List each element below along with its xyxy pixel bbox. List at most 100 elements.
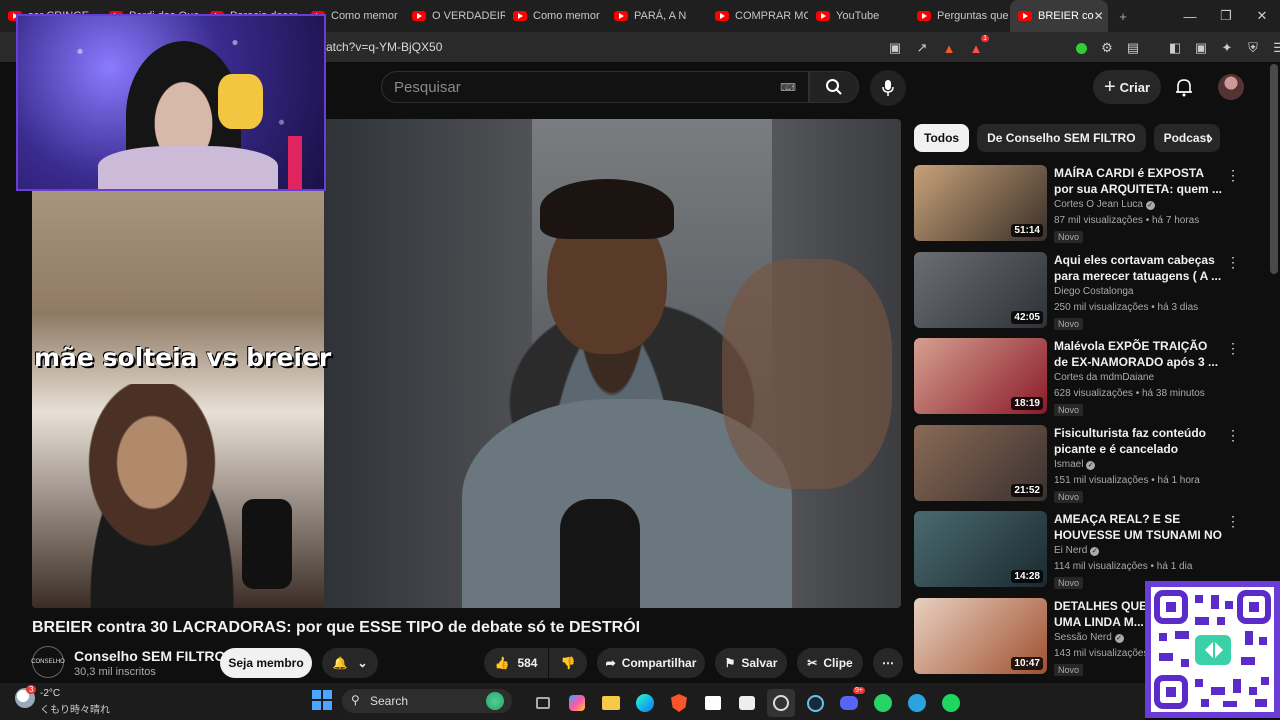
recommendation-thumbnail[interactable]: 21:52: [914, 425, 1047, 501]
clip-button[interactable]: ✂ Clipe: [797, 648, 863, 678]
subscribed-notification-button[interactable]: 🔔 ⌄: [322, 648, 378, 678]
recommendation-channel[interactable]: Ismael ✓: [1054, 459, 1096, 470]
menu-icon[interactable]: ☰: [1270, 39, 1280, 57]
weather-temperature[interactable]: -2°C: [40, 688, 60, 699]
weather-description[interactable]: くもり時々晴れ: [40, 701, 110, 716]
voice-search-button[interactable]: [870, 70, 906, 106]
more-options-icon[interactable]: ⋮: [1226, 340, 1240, 357]
browser-tab[interactable]: YouTube: [808, 0, 909, 32]
recommendation-channel[interactable]: Ei Nerd ✓: [1054, 545, 1100, 556]
account-avatar[interactable]: [1218, 74, 1244, 100]
thumbs-down-icon: 👎: [560, 656, 576, 670]
recommendation-channel-name: Sessão Nerd: [1054, 632, 1112, 643]
browser-tab[interactable]: COMPRAR MC: [707, 0, 808, 32]
close-window-icon[interactable]: ✕: [1244, 8, 1280, 24]
video-duration: 51:14: [1011, 224, 1043, 237]
browser-tab[interactable]: Como memor: [505, 0, 606, 32]
recommendation-title[interactable]: Aqui eles cortavam cabeças para merecer …: [1054, 252, 1222, 284]
cast-icon[interactable]: ▣: [886, 39, 904, 57]
notifications-icon[interactable]: [1175, 77, 1193, 102]
share-button[interactable]: ➦ Compartilhar: [597, 648, 705, 678]
search-button[interactable]: [809, 71, 859, 103]
chip-channel[interactable]: De Conselho SEM FILTRO: [977, 124, 1146, 152]
more-options-icon[interactable]: ⋮: [1226, 254, 1240, 271]
dislike-button[interactable]: 👎: [549, 648, 587, 678]
chips-next-icon[interactable]: ›: [1207, 128, 1213, 149]
recommendation-item[interactable]: 21:52 Fisiculturista faz conteúdo picante…: [914, 425, 1240, 505]
recommendation-title[interactable]: MAÍRA CARDI é EXPOSTA por sua ARQUITETA:…: [1054, 165, 1222, 197]
more-actions-button[interactable]: ⋯: [873, 648, 903, 678]
minimize-icon[interactable]: —: [1172, 9, 1208, 24]
browser-tab[interactable]: BREIER co ✕: [1010, 0, 1108, 32]
spotify-icon[interactable]: [937, 689, 965, 717]
vpn-status-icon[interactable]: [1072, 39, 1090, 57]
streamer-webcam-overlay: [16, 14, 326, 191]
video-player[interactable]: mãe solteia vs breier: [32, 119, 901, 608]
vpn-icon[interactable]: ⛨: [1244, 39, 1262, 57]
steam-icon[interactable]: [801, 689, 829, 717]
recommendation-channel[interactable]: Diego Costalonga: [1054, 286, 1134, 297]
recommendation-item[interactable]: 42:05 Aqui eles cortavam cabeças para mer…: [914, 252, 1240, 332]
store-icon[interactable]: [699, 689, 727, 717]
recommendation-title[interactable]: Malévola EXPÕE TRAIÇÃO de EX-NAMORADO ap…: [1054, 338, 1222, 370]
obs-icon[interactable]: [767, 689, 795, 717]
video-duration: 14:28: [1011, 570, 1043, 583]
sidebar-icon[interactable]: ◧: [1166, 39, 1184, 57]
close-tab-icon[interactable]: ✕: [1094, 9, 1104, 23]
create-button[interactable]: + Criar: [1093, 70, 1161, 104]
restore-icon[interactable]: ❐: [1208, 8, 1244, 24]
new-tab-button[interactable]: +: [1108, 9, 1138, 24]
browser-tab[interactable]: PARÁ, A N: [606, 0, 707, 32]
channel-avatar[interactable]: CONSELHO: [31, 646, 65, 678]
recommendation-thumbnail[interactable]: 42:05: [914, 252, 1047, 328]
like-button[interactable]: 👍 584: [484, 648, 548, 678]
capture-icon[interactable]: [733, 689, 761, 717]
share-icon[interactable]: ↗: [913, 39, 931, 57]
chevron-down-icon: ⌄: [357, 656, 368, 670]
youtube-favicon-icon: [715, 11, 729, 21]
recommendation-channel[interactable]: Sessão Nerd ✓: [1054, 632, 1124, 643]
browser-tab[interactable]: Perguntas que: [909, 0, 1010, 32]
more-options-icon[interactable]: ⋮: [1226, 513, 1240, 530]
brave-rewards-icon[interactable]: ▲ 1: [967, 35, 989, 57]
recommendation-title[interactable]: AMEAÇA REAL? E SE HOUVESSE UM TSUNAMI NO…: [1054, 511, 1222, 543]
wallet-icon[interactable]: ▣: [1192, 39, 1210, 57]
recommendation-item[interactable]: 14:28 AMEAÇA REAL? E SE HOUVESSE UM TSUNA…: [914, 511, 1240, 591]
url-field[interactable]: atch?v=q-YM-BjQX50: [326, 36, 866, 58]
file-explorer-icon[interactable]: [597, 689, 625, 717]
join-membership-button[interactable]: Seja membro: [220, 648, 312, 678]
browser-tab[interactable]: O VERDADEIR: [404, 0, 505, 32]
taskbar-search[interactable]: ⚲ Search: [342, 689, 512, 713]
recommendation-channel[interactable]: Cortes O Jean Luca ✓: [1054, 199, 1155, 210]
recommendation-thumbnail[interactable]: 10:47: [914, 598, 1047, 674]
brave-icon[interactable]: [665, 689, 693, 717]
task-view-icon[interactable]: [529, 689, 557, 717]
edge-icon[interactable]: [631, 689, 659, 717]
recommendation-thumbnail[interactable]: 14:28: [914, 511, 1047, 587]
more-options-icon[interactable]: ⋮: [1226, 167, 1240, 184]
channel-name[interactable]: Conselho SEM FILTRO: [74, 648, 225, 664]
more-options-icon[interactable]: ⋮: [1226, 427, 1240, 444]
recommendation-thumbnail[interactable]: 51:14: [914, 165, 1047, 241]
search-input[interactable]: Pesquisar ⌨: [381, 71, 809, 103]
tab-manager-icon[interactable]: ▤: [1124, 39, 1142, 57]
recommendation-title[interactable]: Fisiculturista faz conteúdo picante e é …: [1054, 425, 1222, 457]
page-scrollbar[interactable]: [1270, 64, 1278, 274]
brave-shield-icon[interactable]: ▲: [940, 39, 958, 57]
extensions-icon[interactable]: ⚙: [1098, 39, 1116, 57]
chip-all[interactable]: Todos: [914, 124, 970, 152]
recommendation-item[interactable]: 18:19 Malévola EXPÕE TRAIÇÃO de EX-NAMORA…: [914, 338, 1240, 418]
recommendation-channel[interactable]: Cortes da mdmDaiane: [1054, 372, 1154, 383]
windows-start-icon[interactable]: [312, 690, 332, 710]
discord-icon[interactable]: 9+: [835, 687, 865, 717]
recommendation-thumbnail[interactable]: 18:19: [914, 338, 1047, 414]
leo-ai-icon[interactable]: ✦: [1218, 39, 1236, 57]
keyboard-icon[interactable]: ⌨: [780, 81, 796, 94]
filter-chips: Todos De Conselho SEM FILTRO Podcast: [914, 124, 1221, 152]
whatsapp-icon[interactable]: [869, 689, 897, 717]
recommendation-item[interactable]: 51:14 MAÍRA CARDI é EXPOSTA por sua ARQUI…: [914, 165, 1240, 245]
save-button[interactable]: ⚑ Salvar: [715, 648, 787, 678]
bookmark-icon: ⚑: [724, 656, 736, 670]
copilot-icon[interactable]: [563, 689, 591, 717]
telegram-icon[interactable]: [903, 689, 931, 717]
